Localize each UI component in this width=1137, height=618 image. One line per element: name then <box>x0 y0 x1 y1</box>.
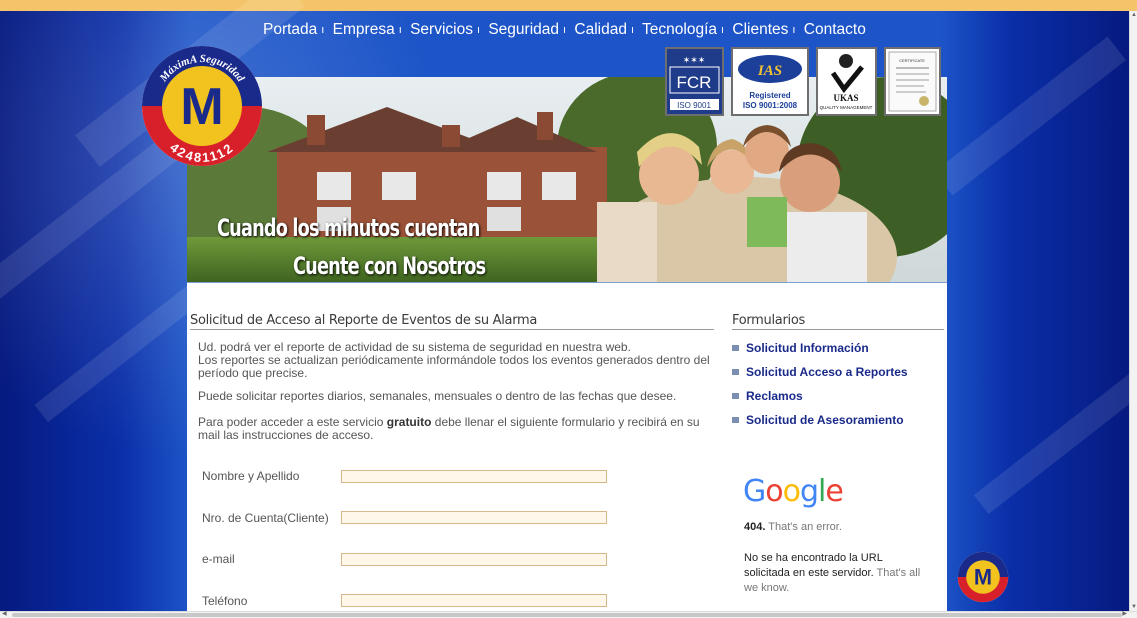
nav-servicios[interactable]: Servicios <box>410 21 473 38</box>
bullet-icon <box>732 345 739 351</box>
brand-logo[interactable]: M MáximA Seguridad 42481112 <box>140 44 264 168</box>
ukas-logo-icon: UKAS QUALITY MANAGEMENT <box>820 54 873 110</box>
scroll-right-icon[interactable]: ▶ <box>1122 610 1127 617</box>
sidebar-link-asesoramiento[interactable]: Solicitud de Asesoramiento <box>732 413 904 427</box>
name-field[interactable] <box>341 470 607 483</box>
nav-calidad[interactable]: Calidad <box>574 21 627 38</box>
svg-text:Registered: Registered <box>749 91 790 100</box>
nav-separator: ı <box>563 24 567 36</box>
nav-separator: ı <box>476 24 481 36</box>
certificate-document-icon: CERTIFICATE <box>888 51 937 112</box>
svg-text:✶✶✶: ✶✶✶ <box>683 56 706 66</box>
svg-text:M: M <box>180 78 223 136</box>
svg-text:CERTIFICATE: CERTIFICATE <box>899 58 925 63</box>
svg-text:M: M <box>974 565 992 590</box>
nav-contacto[interactable]: Contacto <box>804 21 866 38</box>
fcr-logo-icon: ✶✶✶ FCR ISO 9001 <box>669 56 720 110</box>
maxima-logo-icon: M MáximA Seguridad 42481112 <box>142 46 262 166</box>
page-title: Solicitud de Acceso al Reporte de Evento… <box>190 313 714 330</box>
cert-fcr-badge: ✶✶✶ FCR ISO 9001 <box>665 47 724 116</box>
floating-logo[interactable]: M <box>957 551 1009 603</box>
browser-top-bar <box>0 0 1137 11</box>
bullet-icon <box>732 417 739 423</box>
account-number-label: Nro. de Cuenta(Cliente) <box>202 511 329 525</box>
main-nav: Portada ı Empresa ı Servicios ı Seguridad ı … <box>263 21 903 39</box>
access-paragraph: Para poder acceder a este servicio gratu… <box>198 415 700 442</box>
vertical-scrollbar[interactable]: ▲ ▼ <box>1129 11 1137 611</box>
svg-text:FCR: FCR <box>677 73 712 92</box>
account-number-field[interactable] <box>341 511 607 524</box>
svg-text:ISO 9001:2008: ISO 9001:2008 <box>743 101 798 110</box>
nav-portada[interactable]: Portada <box>263 21 317 38</box>
cert-ias-badge: IAS Registered ISO 9001:2008 <box>731 47 809 116</box>
intro-paragraph: Ud. podrá ver el reporte de actividad de… <box>198 340 710 380</box>
nav-clientes[interactable]: Clientes <box>732 21 788 38</box>
content-panel: Solicitud de Acceso al Reporte de Evento… <box>187 282 947 611</box>
nav-tecnologia[interactable]: Tecnología <box>642 21 717 38</box>
report-types-paragraph: Puede solicitar reportes diarios, semana… <box>198 389 677 403</box>
scroll-down-icon[interactable]: ▼ <box>1130 603 1137 611</box>
sidebar-link-reclamos[interactable]: Reclamos <box>732 389 803 403</box>
nav-seguridad[interactable]: Seguridad <box>488 21 559 38</box>
hero-tagline-line1: Cuando los minutos cuentan <box>217 214 480 242</box>
svg-text:UKAS: UKAS <box>833 93 858 103</box>
phone-field[interactable] <box>341 594 607 607</box>
svg-text:QUALITY MANAGEMENT: QUALITY MANAGEMENT <box>820 105 873 110</box>
bullet-icon <box>732 393 739 399</box>
ias-logo-icon: IAS Registered ISO 9001:2008 <box>738 55 802 110</box>
svg-text:IAS: IAS <box>757 63 782 79</box>
email-label: e-mail <box>202 552 235 566</box>
nav-empresa[interactable]: Empresa <box>333 21 395 38</box>
phone-label: Teléfono <box>202 594 248 608</box>
maxima-logo-small-icon: M <box>957 551 1009 603</box>
horizontal-scrollbar[interactable]: ◀ ▶ <box>0 611 1137 618</box>
nav-separator: ı <box>398 24 402 36</box>
nav-separator: ı <box>321 24 325 36</box>
horizontal-scroll-thumb[interactable] <box>12 613 1122 617</box>
scroll-up-icon[interactable]: ▲ <box>1130 11 1137 19</box>
nav-separator: ı <box>792 24 796 36</box>
svg-text:ISO 9001: ISO 9001 <box>677 101 711 110</box>
name-label: Nombre y Apellido <box>202 469 300 483</box>
sidebar-link-solicitud-informacion[interactable]: Solicitud Información <box>732 341 869 355</box>
sidebar-link-solicitud-acceso-reportes[interactable]: Solicitud Acceso a Reportes <box>732 365 908 379</box>
error-code-line: 404. That's an error. <box>744 521 842 533</box>
nav-separator: ı <box>721 24 725 36</box>
nav-separator: ı <box>630 24 635 36</box>
sidebar-title: Formularios <box>732 313 944 330</box>
scroll-left-icon[interactable]: ◀ <box>2 610 7 617</box>
google-logo: Google <box>743 474 844 509</box>
cert-document-badge: CERTIFICATE <box>884 47 941 116</box>
cert-ukas-badge: UKAS QUALITY MANAGEMENT <box>816 47 877 116</box>
error-description: No se ha encontrado la URL solicitada en… <box>744 552 921 594</box>
email-field[interactable] <box>341 553 607 566</box>
bullet-icon <box>732 369 739 375</box>
hero-tagline-line2: Cuente con Nosotros <box>293 252 486 280</box>
